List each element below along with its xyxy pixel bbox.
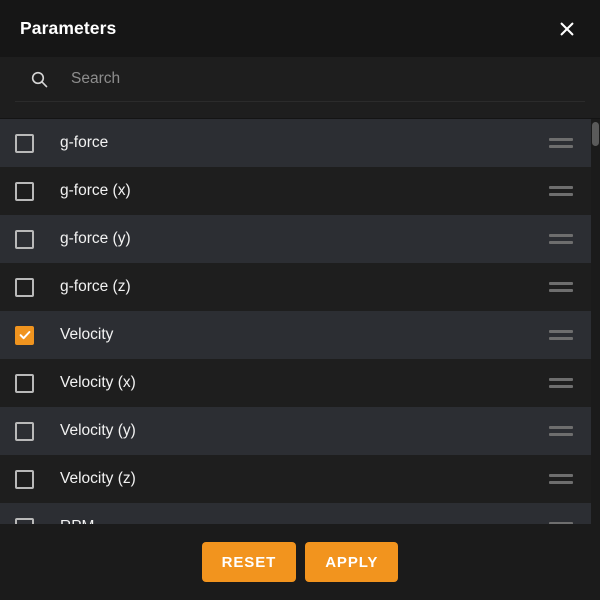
search-input[interactable] xyxy=(71,70,585,88)
search-box[interactable] xyxy=(15,57,585,102)
close-icon xyxy=(557,19,577,39)
list-item[interactable]: RPM xyxy=(0,503,600,524)
reset-button[interactable]: RESET xyxy=(201,542,297,582)
list-item-label: g-force (z) xyxy=(60,278,131,295)
search-area xyxy=(0,57,600,118)
checkbox-unchecked[interactable] xyxy=(15,421,34,441)
drag-handle-icon[interactable] xyxy=(549,520,573,524)
checkbox-unchecked[interactable] xyxy=(15,229,34,249)
drag-handle-icon[interactable] xyxy=(549,472,573,486)
checkbox-unchecked[interactable] xyxy=(15,181,34,201)
checkbox-unchecked[interactable] xyxy=(15,469,34,489)
checkbox-unchecked[interactable] xyxy=(15,277,34,297)
list-scrollbar-thumb[interactable] xyxy=(592,122,599,146)
list-item[interactable]: g-force (y) xyxy=(0,215,600,263)
checkbox-unchecked[interactable] xyxy=(15,517,34,524)
checkbox-checked[interactable] xyxy=(15,325,34,345)
list-item-label: g-force (x) xyxy=(60,182,131,199)
list-item[interactable]: Velocity (z) xyxy=(0,455,600,503)
dialog-header: Parameters xyxy=(0,0,600,57)
page-title: Parameters xyxy=(20,17,117,38)
list-item-label: g-force xyxy=(60,134,109,151)
drag-handle-icon[interactable] xyxy=(549,424,573,438)
list-item-label: Velocity (z) xyxy=(60,470,136,487)
list-scrollbar-track[interactable] xyxy=(591,119,600,524)
drag-handle-icon[interactable] xyxy=(549,232,573,246)
dialog-footer: RESET APPLY xyxy=(0,524,600,600)
drag-handle-icon[interactable] xyxy=(549,280,573,294)
close-button[interactable] xyxy=(552,14,582,44)
drag-handle-icon[interactable] xyxy=(549,184,573,198)
list-item[interactable]: Velocity xyxy=(0,311,600,359)
list-item-label: RPM xyxy=(60,518,549,524)
drag-handle-icon[interactable] xyxy=(549,376,573,390)
list-item-label: g-force (y) xyxy=(60,230,131,247)
list-item-label: Velocity (y) xyxy=(60,422,136,439)
list-item[interactable]: g-force (z) xyxy=(0,263,600,311)
parameter-list[interactable]: g-force g-force (x) g-force (y) g-force (z)… xyxy=(0,119,600,524)
list-item-label: Velocity xyxy=(60,326,114,343)
list-item-label: Velocity (x) xyxy=(60,374,136,391)
search-icon xyxy=(28,68,50,90)
list-item[interactable]: g-force xyxy=(0,119,600,167)
parameters-dialog: Parameters g-force g-force (x) g-force (y)… xyxy=(0,0,600,600)
drag-handle-icon[interactable] xyxy=(549,136,573,150)
list-item[interactable]: Velocity (y) xyxy=(0,407,600,455)
checkbox-unchecked[interactable] xyxy=(15,133,34,153)
drag-handle-icon[interactable] xyxy=(549,328,573,342)
checkbox-unchecked[interactable] xyxy=(15,373,34,393)
apply-button[interactable]: APPLY xyxy=(305,542,399,582)
list-item[interactable]: g-force (x) xyxy=(0,167,600,215)
parameter-list-container: g-force g-force (x) g-force (y) g-force (z)… xyxy=(0,118,600,524)
list-item[interactable]: Velocity (x) xyxy=(0,359,600,407)
